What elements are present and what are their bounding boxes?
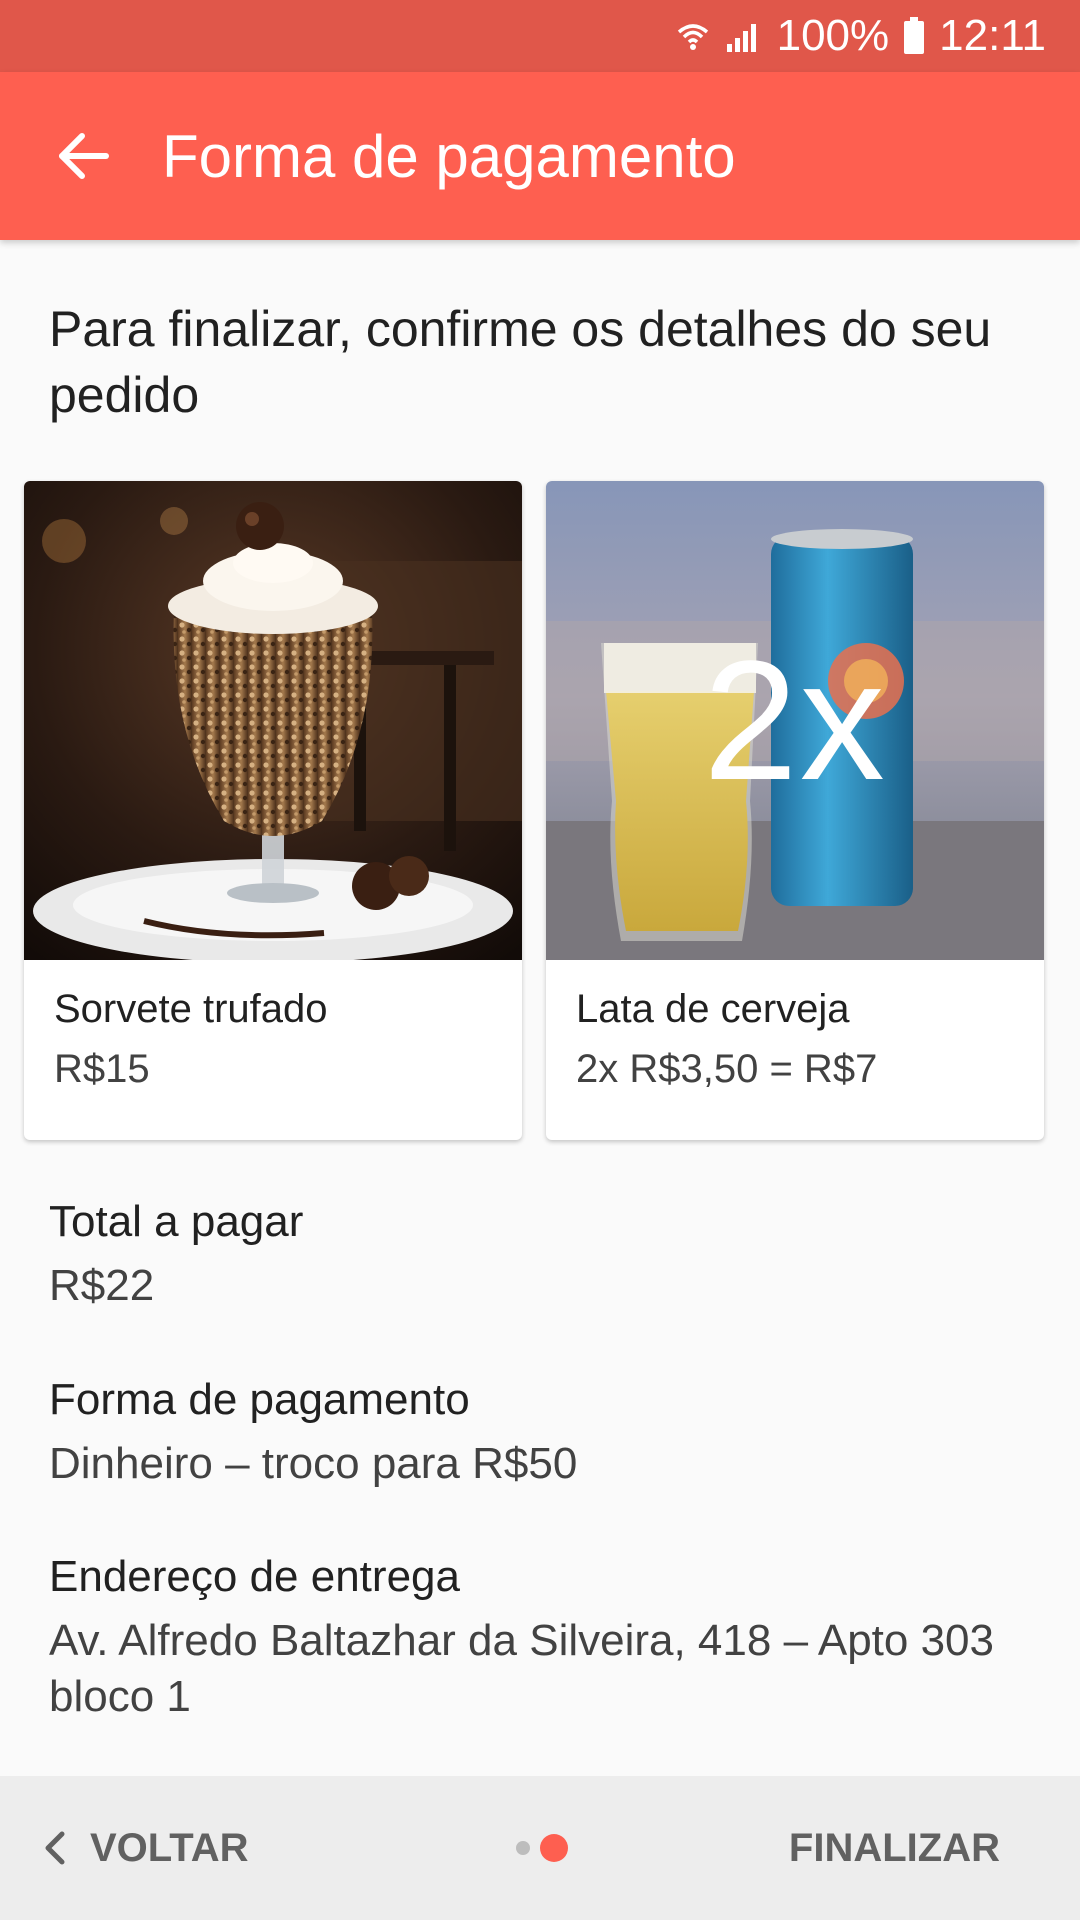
wifi-icon: [675, 18, 711, 54]
address-label: Endereço de entrega: [49, 1552, 460, 1601]
chevron-left-icon: [44, 1830, 66, 1866]
bottom-navigation-bar: VOLTAR FINALIZAR: [0, 1776, 1080, 1920]
battery-percent: 100%: [776, 11, 890, 60]
item-price: R$15: [54, 1047, 150, 1091]
total-section: Total a pagar R$22: [49, 1194, 1009, 1314]
back-step-label: VOLTAR: [90, 1825, 249, 1870]
intro-text: Para finalizar, confirme os detalhes do …: [49, 301, 992, 423]
total-value: R$22: [49, 1261, 155, 1310]
status-bar: 100% 12:11: [0, 0, 1080, 72]
payment-section: Forma de pagamento Dinheiro – troco para…: [49, 1372, 1009, 1492]
address-value: Av. Alfredo Baltazhar da Silveira, 418 –…: [49, 1616, 994, 1721]
page-dot-1: [516, 1841, 530, 1855]
battery-icon: [903, 17, 925, 55]
item-name: Sorvete trufado: [54, 987, 328, 1031]
address-section: Endereço de entrega Av. Alfredo Baltazha…: [49, 1549, 1009, 1725]
ice-cream-sundae-photo: [24, 481, 522, 960]
arrow-back-icon: [59, 133, 109, 179]
app-bar: Forma de pagamento: [0, 72, 1080, 240]
payment-label: Forma de pagamento: [49, 1375, 470, 1424]
order-item-card[interactable]: 2x Lata de cerveja 2x R$3,50 = R$7: [546, 481, 1044, 1140]
beer-can-photo: 2x: [546, 481, 1044, 960]
total-label: Total a pagar: [49, 1197, 304, 1246]
screen: 100% 12:11 Forma de pagamento Para final…: [0, 0, 1080, 1920]
order-item-card[interactable]: Sorvete trufado R$15: [24, 481, 522, 1140]
finish-label: FINALIZAR: [788, 1825, 1000, 1870]
quantity-badge: 2x: [703, 625, 887, 816]
finish-button[interactable]: FINALIZAR: [789, 1776, 1000, 1920]
page-dot-2-active: [540, 1834, 568, 1862]
signal-icon: [725, 18, 763, 54]
page-title: Forma de pagamento: [162, 122, 736, 190]
back-button[interactable]: [34, 106, 134, 206]
item-name: Lata de cerveja: [576, 987, 850, 1031]
item-price: 2x R$3,50 = R$7: [576, 1047, 878, 1091]
payment-value: Dinheiro – troco para R$50: [49, 1439, 578, 1488]
clock: 12:11: [939, 11, 1046, 60]
page-indicator: [516, 1834, 568, 1862]
back-step-button[interactable]: VOLTAR: [44, 1776, 249, 1920]
